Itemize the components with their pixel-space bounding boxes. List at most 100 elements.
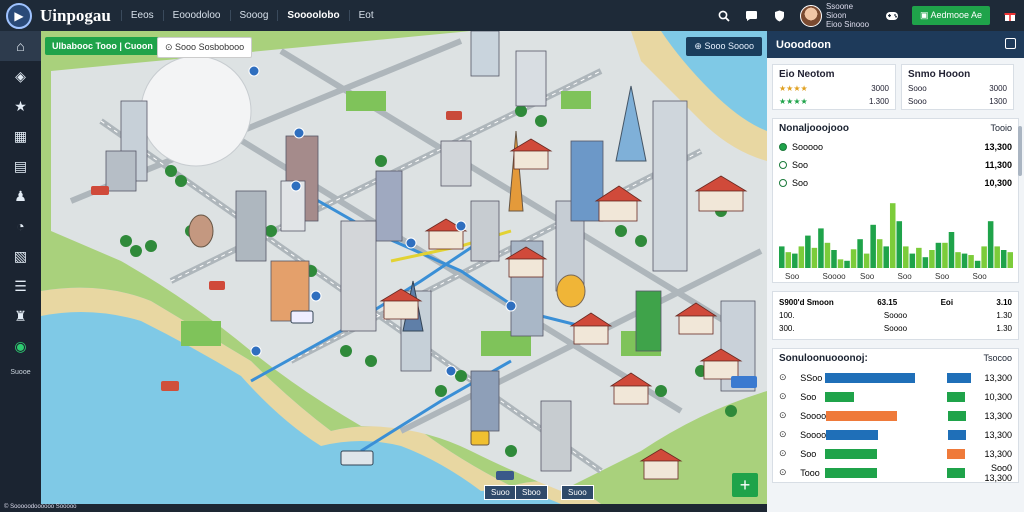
hbar-value: 13,300 <box>984 372 1012 383</box>
chart-bar <box>922 257 929 268</box>
add-building-button[interactable]: + <box>732 473 758 497</box>
map-view-toggle[interactable]: ⊕ Sooo Soooo <box>686 37 762 56</box>
city-name-chip[interactable]: Ulbabooc Tooo | Cuoon <box>45 37 160 55</box>
card2-value-2: 1300 <box>989 97 1007 106</box>
chart-bar <box>883 246 889 268</box>
summary-card-1[interactable]: Eio Neotom ★★★★ 3000 ★★★★ 1.300 <box>772 64 896 110</box>
stats-b-value: 63.15 <box>877 298 898 307</box>
hbar-value: 10,300 <box>984 391 1012 402</box>
bar-chart-svg: Soo Soooo Soo Soo Soo Soo <box>779 203 1013 281</box>
hbar-value: 13,300 <box>984 410 1012 421</box>
stats-a-label: S900'd Smoon <box>779 298 834 307</box>
chart-tick-label: Soo <box>898 272 913 281</box>
card2-label-1: Sooo <box>908 84 927 93</box>
card1-stars-2: ★★★★ <box>779 97 808 106</box>
user-info: Ssoone Sioon Eioo Sinooo <box>826 2 870 29</box>
legend-row-2: Soo 11,300 <box>773 156 1018 174</box>
stats-sub-row-1: 100. Soooo 1.30 <box>779 309 1012 322</box>
shield-icon[interactable] <box>769 5 791 27</box>
hbar-row[interactable]: ⊙ Soo 13,300 <box>773 444 1018 463</box>
sidebar-star-icon[interactable]: ★ <box>0 91 41 121</box>
hbar-track <box>825 448 969 459</box>
gamepad-icon[interactable] <box>881 5 903 27</box>
panel-scrollbar[interactable] <box>1018 126 1022 176</box>
stats-sub-1-l2: 1.30 <box>996 311 1012 320</box>
chart-bar <box>961 253 968 268</box>
nav-item-3[interactable]: Sooog <box>229 10 278 21</box>
chart-bar <box>792 253 798 268</box>
bars-section-right[interactable]: Tsocoo <box>983 353 1012 364</box>
stats-sub-row-2: 300. Soooo 1.30 <box>779 322 1012 335</box>
chart-bar <box>785 252 792 268</box>
map-bottom-chip-1[interactable]: Suoo <box>484 485 517 500</box>
hbar-row[interactable]: ⊙ Soo 10,300 <box>773 387 1018 406</box>
sidebar-people-icon[interactable]: ♟ <box>0 181 41 211</box>
gift-icon[interactable] <box>999 5 1021 27</box>
card2-value-1: 3000 <box>989 84 1007 93</box>
hbar-fill-right <box>948 410 967 421</box>
legend-value-3: 10,300 <box>984 178 1012 188</box>
map-search-label: Sooo Sosbobooo <box>175 42 245 52</box>
sidebar-chart-icon[interactable]: ▦ <box>0 121 41 151</box>
sidebar-bottom-label: Suooe <box>10 369 31 376</box>
chart-section-right[interactable]: Tooio <box>990 123 1012 134</box>
avatar[interactable] <box>799 4 822 27</box>
bars-section-header: Sonuloonuooonoj: Tsocoo <box>773 349 1018 368</box>
chart-bar <box>818 228 824 268</box>
chart-section-header: Nonaljooojooo Tooio <box>773 119 1018 138</box>
bars-section-title: Sonuloonuooonoj: <box>779 353 868 364</box>
nav-item-4[interactable]: Soooolobo <box>277 10 348 21</box>
map-search-chip[interactable]: ⊙ Sooo Sosbobooo <box>157 37 253 58</box>
card2-label-2: Sooo <box>908 97 927 106</box>
panel-title: Uooodoon <box>776 38 831 51</box>
nav-item-2[interactable]: Eooodoloo <box>162 10 230 21</box>
chat-icon[interactable] <box>741 5 763 27</box>
nav-item-5[interactable]: Eot <box>348 10 383 21</box>
legend-dot-1 <box>779 143 787 151</box>
sidebar-document-icon[interactable]: ▧ <box>0 241 41 271</box>
chart-bar <box>889 203 896 268</box>
search-icon[interactable] <box>713 5 735 27</box>
hbar-label: Soooo <box>800 429 827 440</box>
city-map-view[interactable]: Ulbabooc Tooo | Cuoon ⊙ Sooo Sosbobooo ⊕… <box>41 31 767 504</box>
user-sub: Eioo Sinooo <box>825 20 870 29</box>
map-bottom-chip-2[interactable]: Sboo <box>515 485 548 500</box>
map-footer: © Sooooodoooooo Sooooo <box>4 504 77 510</box>
hbar-value: 13,300 <box>984 429 1012 440</box>
nav-item-1[interactable]: Eeos <box>120 10 163 21</box>
hbar-row[interactable]: ⊙ SSoo 13,300 <box>773 368 1018 387</box>
sidebar-home-icon[interactable]: ⌂ <box>0 31 41 61</box>
sidebar-support-icon[interactable]: ◉ <box>0 331 41 361</box>
legend-dot-3 <box>779 179 787 187</box>
sidebar-user-icon[interactable]: ♜ <box>0 301 41 331</box>
card1-value-2: 1.300 <box>868 97 889 106</box>
action-button[interactable]: ▣ Aedmooe Ae <box>911 6 990 25</box>
hbar-icon: ⊙ <box>779 448 787 458</box>
sidebar-task-icon[interactable]: ▤ <box>0 151 41 181</box>
panel-close-icon[interactable] <box>1005 38 1016 49</box>
play-icon[interactable]: ▶ <box>6 2 32 29</box>
action-button-label: Aedmooe Ae <box>930 10 982 20</box>
legend-label-2: Soo <box>792 160 809 170</box>
legend-row-3: Soo 10,300 <box>773 174 1018 192</box>
chart-bar <box>903 246 909 268</box>
chart-tick-label: Soo <box>973 272 988 281</box>
chart-tick-label: Soo <box>860 272 875 281</box>
sidebar-list-icon[interactable]: ☰ <box>0 271 41 301</box>
chart-bar <box>955 252 961 268</box>
sidebar-clock-icon[interactable]: ◔ <box>0 211 41 241</box>
hbar-track <box>826 429 970 440</box>
hbar-track <box>826 410 970 421</box>
hbar-row[interactable]: ⊙ Soooo 13,300 <box>773 425 1018 444</box>
chart-tick-label: Soo <box>935 272 950 281</box>
hbar-row[interactable]: ⊙ Soooo 13,300 <box>773 406 1018 425</box>
map-bottom-chip-3[interactable]: Suoo <box>561 485 594 500</box>
hbar-row[interactable]: ⊙ Tooo Soo0 13,300 <box>773 463 1018 483</box>
sidebar-globe-icon[interactable]: ◈ <box>0 61 41 91</box>
hbar-icon: ⊙ <box>779 467 787 477</box>
card1-stars-1: ★★★★ <box>779 84 808 93</box>
chart-bar <box>850 249 857 268</box>
card1-value-1: 3000 <box>871 84 889 93</box>
left-sidebar: ⌂ ◈ ★ ▦ ▤ ♟ ◔ ▧ ☰ ♜ ◉ Suooe <box>0 31 41 512</box>
summary-card-2[interactable]: Snmo Hooon Sooo 3000 Sooo 1300 <box>901 64 1014 110</box>
